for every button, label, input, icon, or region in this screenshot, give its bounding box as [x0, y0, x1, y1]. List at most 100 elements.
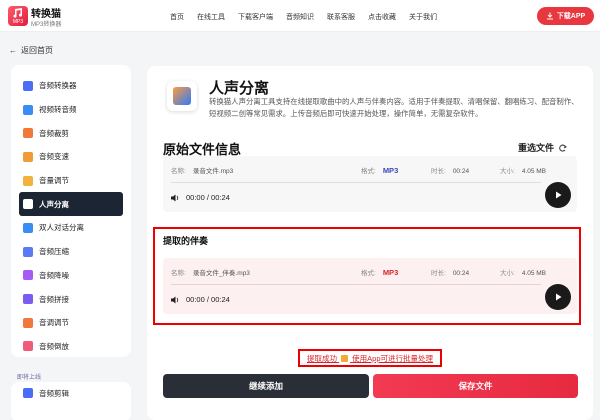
- file-name: 录音文件.mp3: [192, 168, 234, 175]
- duration-key: 时长:: [431, 168, 446, 175]
- sidebar-item-label: 人声分离: [39, 199, 69, 209]
- sidebar-item-volume-adjust[interactable]: 音量调节: [11, 169, 131, 193]
- name-key: 名称:: [171, 168, 186, 175]
- video-to-audio-icon: [23, 104, 33, 115]
- brand-name[interactable]: 转换猫: [31, 5, 61, 20]
- progress-track[interactable]: [171, 182, 541, 183]
- file-duration: 00:24: [452, 168, 470, 175]
- volume-adjust-icon: [23, 175, 33, 186]
- original-file-card: 名称: 录音文件.mp3 格式: MP3 时长: 00:24 大小: 4.05 MB 0…: [163, 156, 577, 212]
- sidebar-item-noise-reduce[interactable]: 音频降噪: [11, 264, 131, 288]
- gift-icon: [341, 355, 349, 363]
- reselect-file-button[interactable]: 重选文件: [518, 141, 567, 154]
- file-duration: 00:24: [452, 270, 470, 277]
- nav-home[interactable]: 首页: [170, 12, 184, 22]
- sidebar-item-audio-speed[interactable]: 音频变速: [11, 145, 131, 169]
- download-app-label: 下载APP: [556, 13, 586, 20]
- sidebar-item-audio-compress[interactable]: 音频压缩: [11, 240, 131, 264]
- success-message-box: 提取成功 使用App可进行批量处理: [298, 349, 442, 367]
- pitch-adjust-icon: [23, 317, 33, 328]
- sidebar-item-vocal-separate[interactable]: 人声分离: [19, 192, 123, 217]
- accompaniment-file-card: 名称: 录音文件_伴奏.mp3 格式: MP3 时长: 00:24 大小: 4.05 M…: [163, 258, 577, 314]
- sidebar-item-audio-converter[interactable]: 音频转换器: [11, 74, 131, 98]
- download-icon: [546, 12, 553, 20]
- sidebar-item-audio-reverse[interactable]: 音频倒放: [11, 335, 131, 359]
- vocal-separate-app-icon: [167, 81, 197, 111]
- refresh-icon: [559, 144, 567, 152]
- save-file-button[interactable]: 保存文件: [373, 374, 578, 398]
- play-icon: [556, 293, 562, 301]
- file-format: MP3: [382, 166, 399, 175]
- audio-join-icon: [23, 294, 33, 305]
- sidebar-item-label: 双人对话分离: [39, 223, 84, 233]
- nav-contact-support[interactable]: 联系客服: [327, 12, 355, 22]
- audio-converter-icon: [23, 80, 33, 91]
- top-bar: MP3 转换猫 MP3转换器 首页 在线工具 下载客户端 音频知识 联系客服 点…: [0, 0, 600, 32]
- sidebar-item-label: 音频变速: [39, 152, 69, 162]
- duration-key: 时长:: [431, 270, 446, 277]
- app-logo[interactable]: MP3: [8, 6, 28, 26]
- audio-compress-icon: [23, 246, 33, 257]
- progress-track[interactable]: [171, 284, 541, 285]
- play-button[interactable]: [545, 182, 571, 208]
- logo-badge: MP3: [12, 19, 24, 25]
- tool-title: 人声分离: [209, 80, 270, 97]
- nav-audio-knowledge[interactable]: 音频知识: [286, 12, 314, 22]
- sidebar-section-label: 即将上线: [17, 375, 42, 381]
- sidebar-upcoming: 音频剪辑: [11, 382, 131, 420]
- file-size: 4.05 MB: [521, 168, 547, 175]
- sidebar-item-label: 音调调节: [39, 318, 69, 328]
- sidebar-item-label: 音频倒放: [39, 341, 69, 351]
- audio-speed-icon: [23, 151, 33, 162]
- continue-add-button[interactable]: 继续添加: [163, 374, 369, 398]
- sidebar-item-label: 音量调节: [39, 176, 69, 186]
- sidebar-item-dialogue-separate[interactable]: 双人对话分离: [11, 216, 131, 240]
- top-nav: 首页 在线工具 下载客户端 音频知识 联系客服 点击收藏 关于我们: [170, 12, 450, 22]
- play-button[interactable]: [545, 284, 571, 310]
- sidebar-item-audio-join[interactable]: 音频拼接: [11, 287, 131, 311]
- play-icon: [556, 191, 562, 199]
- arrow-left-icon: ←: [9, 46, 17, 55]
- back-link[interactable]: ← 返回首页: [9, 45, 53, 56]
- nav-online-tools[interactable]: 在线工具: [197, 12, 225, 22]
- sidebar-item-audio-edit[interactable]: 音频剪辑: [11, 382, 131, 404]
- time-display: 00:00 / 00:24: [186, 193, 230, 202]
- sidebar-item-label: 音频拼接: [39, 294, 69, 304]
- brand-subtitle: MP3转换器: [31, 22, 62, 28]
- noise-reduce-icon: [23, 270, 33, 281]
- sidebar-item-pitch-adjust[interactable]: 音调调节: [11, 311, 131, 335]
- sidebar-item-label: 音频剪辑: [39, 388, 69, 398]
- sidebar-item-video-to-audio[interactable]: 视频转音频: [11, 98, 131, 122]
- sidebar: 音频转换器 视频转音频 音频裁剪 音频变速 音量调节 人声分离 双人对话分离 音…: [11, 65, 131, 357]
- success-text-after: 使用App可进行批量处理: [352, 353, 434, 363]
- back-label: 返回首页: [21, 46, 53, 55]
- time-display: 00:00 / 00:24: [186, 295, 230, 304]
- audio-edit-icon: [23, 388, 33, 398]
- file-name: 录音文件_伴奏.mp3: [192, 270, 250, 277]
- music-note-icon: [13, 8, 23, 18]
- size-key: 大小:: [500, 168, 515, 175]
- sidebar-item-label: 音频降噪: [39, 270, 69, 280]
- format-key: 格式:: [361, 168, 376, 175]
- nav-about[interactable]: 关于我们: [409, 12, 437, 22]
- success-link[interactable]: 提取成功 使用App可进行批量处理: [307, 353, 433, 364]
- format-key: 格式:: [361, 270, 376, 277]
- sidebar-item-label: 视频转音频: [39, 105, 77, 115]
- volume-icon[interactable]: [171, 296, 180, 304]
- sidebar-item-label: 音频转换器: [39, 81, 77, 91]
- success-text-before: 提取成功: [306, 353, 337, 363]
- sidebar-item-label: 音频压缩: [39, 247, 69, 257]
- download-app-button[interactable]: 下载APP: [537, 7, 594, 25]
- name-key: 名称:: [171, 270, 186, 277]
- tool-description: 转换猫人声分离工具支持在线提取歌曲中的人声与伴奏内容。适用于伴奏提取、清唱保留、…: [209, 97, 579, 118]
- audio-reverse-icon: [23, 341, 33, 352]
- file-format: MP3: [382, 268, 399, 277]
- nav-download-client[interactable]: 下载客户端: [238, 12, 273, 22]
- accompaniment-title: 提取的伴奏: [163, 236, 209, 246]
- sidebar-item-audio-cut[interactable]: 音频裁剪: [11, 121, 131, 145]
- reselect-label: 重选文件: [518, 143, 555, 153]
- volume-icon[interactable]: [171, 194, 180, 202]
- sidebar-item-label: 音频裁剪: [39, 128, 69, 138]
- dialogue-separate-icon: [23, 222, 33, 233]
- nav-bookmark[interactable]: 点击收藏: [368, 12, 396, 22]
